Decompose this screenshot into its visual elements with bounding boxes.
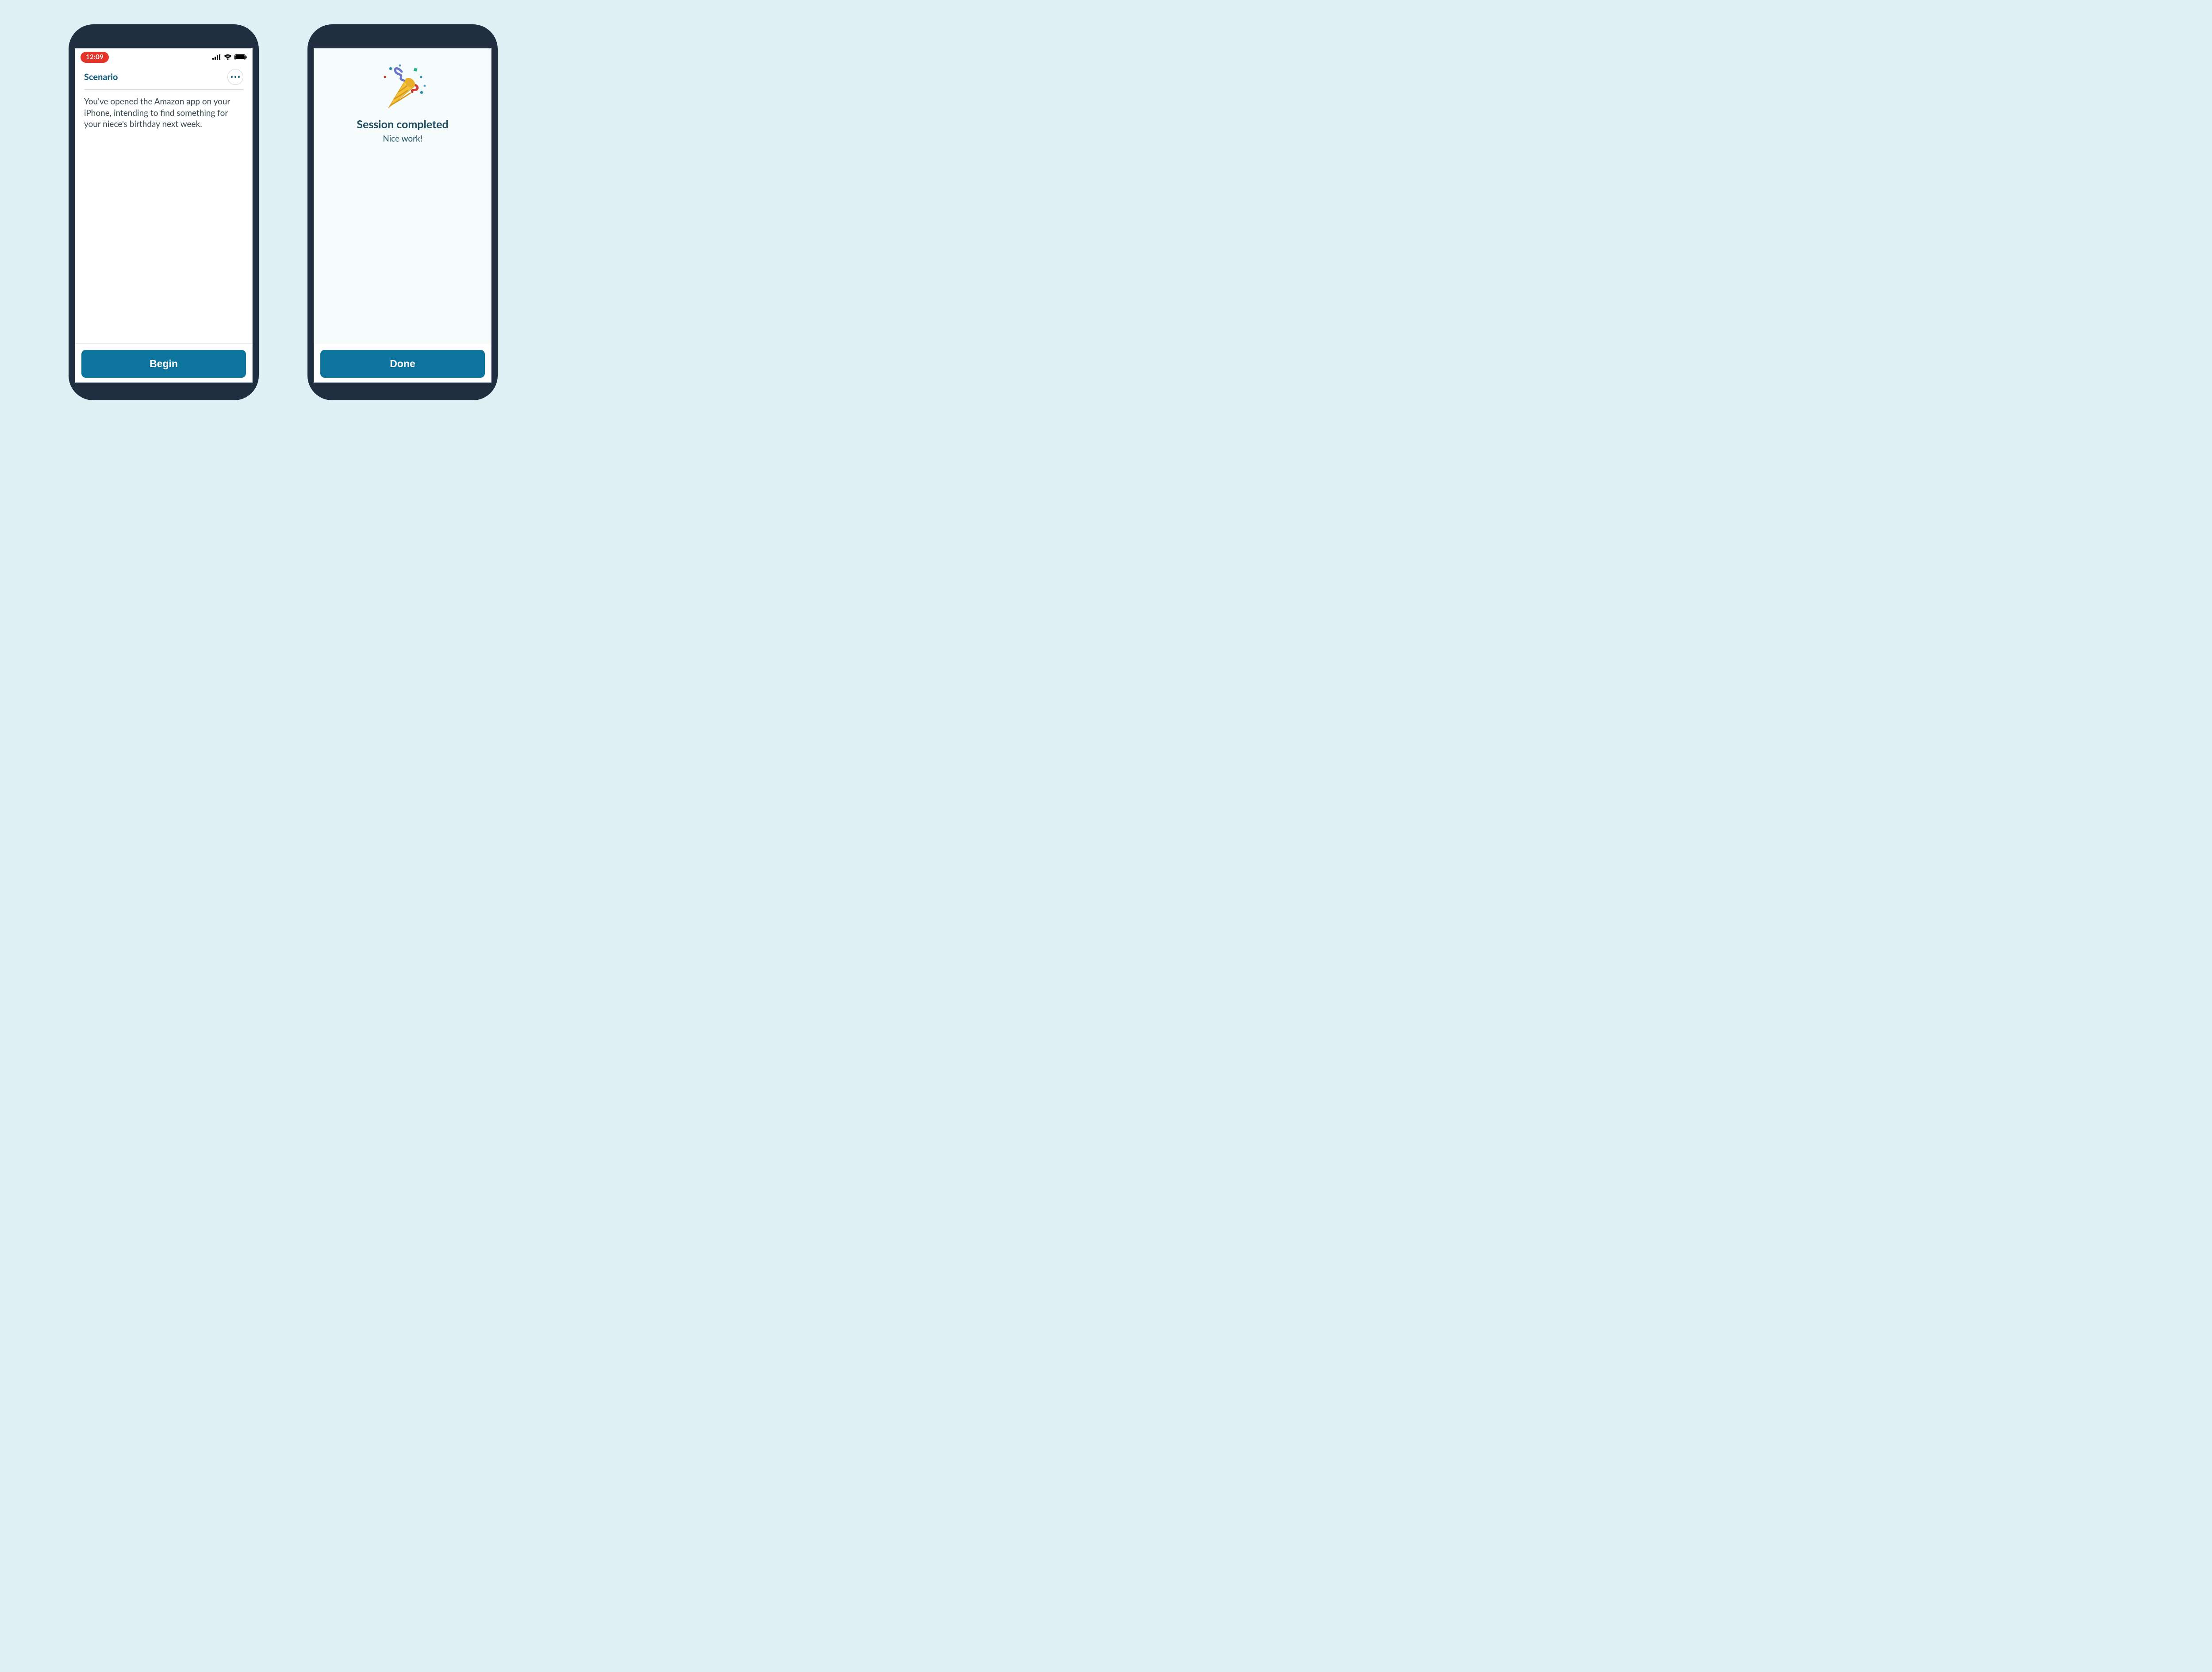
ellipsis-icon [231,76,233,78]
footer: Begin [75,344,252,382]
scenario-title: Scenario [84,72,118,82]
wifi-icon [224,54,232,60]
completion-panel: Session completed Nice work! [314,49,491,344]
party-popper-icon [376,64,429,112]
screen-left: 12:09 [75,48,253,383]
screen-right: Session completed Nice work! Done [314,48,492,383]
ellipsis-icon [234,76,236,78]
ellipsis-icon [238,76,240,78]
footer: Done [314,344,491,382]
content-spacer [75,134,252,343]
completion-title: Session completed [357,118,448,131]
more-button[interactable] [227,69,243,85]
scenario-body: You've opened the Amazon app on your iPh… [75,90,252,134]
cellular-icon [212,54,221,60]
battery-icon [234,54,247,60]
phone-mockup-left: 12:09 [69,24,259,400]
status-time-pill: 12:09 [81,52,109,63]
phone-mockup-right: Session completed Nice work! Done [307,24,498,400]
header-row: Scenario [75,65,252,89]
done-button[interactable]: Done [320,350,485,378]
begin-button[interactable]: Begin [81,350,246,378]
completion-subtitle: Nice work! [383,134,422,144]
status-icons-group [212,54,247,60]
status-bar: 12:09 [75,49,252,65]
